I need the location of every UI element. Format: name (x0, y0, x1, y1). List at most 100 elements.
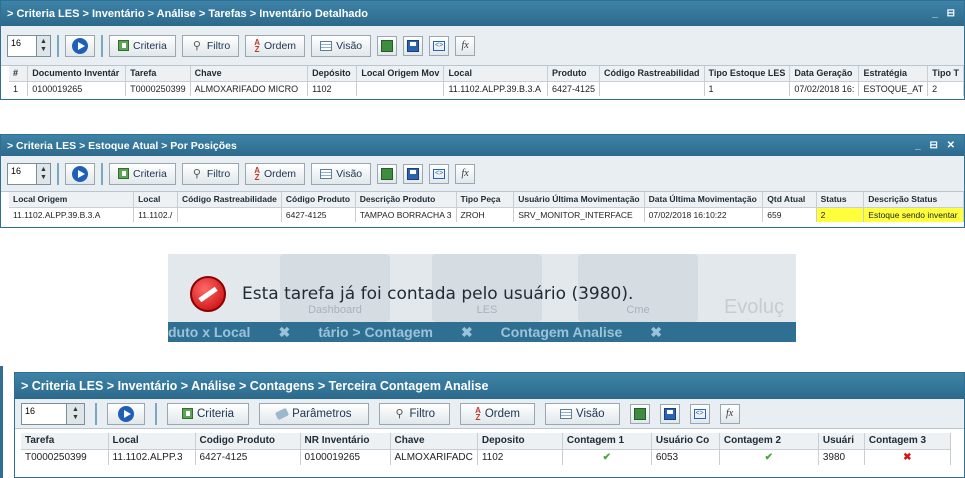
table-cell[interactable]: 1102 (307, 81, 358, 96)
visao-button[interactable]: Visão (311, 162, 372, 185)
table-cell[interactable]: 07/02/2018 16:10:22 (644, 207, 764, 222)
ordem-button[interactable]: A Z Ordem (460, 402, 535, 425)
table-cell[interactable]: 2 (816, 207, 865, 222)
cross-icon[interactable]: ✖ (864, 449, 951, 465)
page-size-value[interactable]: 16 (8, 36, 36, 48)
column-header[interactable]: Código Produto (281, 192, 356, 208)
table-cell[interactable]: Estoque sendo inventar (863, 207, 964, 222)
table-cell[interactable]: 11.1102.ALPP.39.B.3.A (9, 207, 135, 222)
spinner-arrows-icon[interactable]: ▲ ▼ (66, 403, 84, 424)
column-header[interactable]: Contagem 3 (864, 433, 951, 450)
table-cell[interactable]: 11.1102.ALPP.39.B.3.A (443, 81, 548, 96)
formula-button[interactable]: fx (719, 403, 740, 424)
table-cell[interactable]: 6427-4125 (547, 81, 601, 96)
column-header[interactable]: Deposito (477, 433, 563, 450)
column-header[interactable]: Usuário Última Movimentação (513, 192, 645, 208)
column-header[interactable]: Produto (547, 66, 601, 82)
column-header[interactable]: Documento Inventár (27, 66, 127, 82)
table-cell[interactable]: T0000250399 (21, 449, 109, 465)
column-header[interactable]: Chave (190, 66, 309, 82)
criteria-button[interactable]: Criteria (109, 162, 176, 185)
column-header[interactable]: Tarefa (21, 433, 109, 450)
table-cell[interactable] (356, 81, 445, 96)
export-excel-button[interactable] (629, 403, 650, 424)
save-button[interactable] (403, 163, 424, 184)
table-cell[interactable]: SRV_MONITOR_INTERFACE (513, 207, 645, 222)
spinner-arrows-icon[interactable]: ▲ ▼ (36, 163, 50, 184)
column-header[interactable]: NR Inventário (300, 433, 391, 450)
column-header[interactable]: Descrição Produto (355, 192, 457, 208)
visao-button[interactable]: Visão (311, 34, 372, 57)
code-button[interactable]: <> (689, 403, 710, 424)
table-cell[interactable]: 1 (9, 81, 29, 96)
table-cell[interactable]: 1102 (477, 449, 563, 465)
spinner-arrows-icon[interactable]: ▲ ▼ (36, 35, 50, 56)
save-button[interactable] (403, 35, 424, 56)
column-header[interactable]: Código Rastreabilidad (599, 66, 705, 82)
column-header[interactable]: Código Rastreabilidade (177, 192, 282, 208)
column-header[interactable]: Local (133, 192, 178, 208)
table-cell[interactable]: 07/02/2018 16: (789, 81, 860, 96)
column-header[interactable]: Codigo Produto (195, 433, 301, 450)
parametros-button[interactable]: Parâmetros (259, 402, 369, 425)
column-header[interactable]: Local (108, 433, 196, 450)
table-row[interactable]: T0000250399 11.1102.ALPP.3 6427-4125 010001… (21, 449, 951, 465)
table-cell[interactable] (599, 81, 705, 96)
column-header[interactable]: Tipo T (927, 66, 964, 82)
column-header[interactable]: Usuário Co (651, 433, 720, 450)
visao-button[interactable]: Visão (545, 402, 620, 425)
column-header[interactable]: Data Geração (789, 66, 860, 82)
table-cell[interactable]: ALMOXARIFADO MICRO (190, 81, 309, 96)
column-header[interactable]: Usuári (818, 433, 865, 450)
code-button[interactable]: <> (429, 35, 450, 56)
save-button[interactable] (659, 403, 680, 424)
column-header[interactable]: Depósito (307, 66, 358, 82)
page-size-spinner[interactable]: 16 ▲ ▼ (7, 162, 51, 185)
formula-button[interactable]: fx (455, 35, 476, 56)
table-cell[interactable]: ALMOXARIFADC (390, 449, 478, 465)
column-header[interactable]: Chave (390, 433, 478, 450)
column-header[interactable]: Status (816, 192, 865, 208)
table-row[interactable]: 11.1102.ALPP.39.B.3.A 11.1102./ 6427-4125 T… (9, 207, 964, 222)
ordem-button[interactable]: A Z Ordem (245, 162, 306, 185)
table-cell[interactable]: ESTOQUE_AT (858, 81, 929, 96)
table-cell[interactable]: 6427-4125 (281, 207, 356, 222)
column-header[interactable]: Tipo Peça (456, 192, 515, 208)
page-size-value[interactable]: 16 (22, 404, 66, 416)
table-cell[interactable]: T0000250399 (125, 81, 191, 96)
column-header[interactable]: Contagem 1 (562, 433, 652, 450)
column-header[interactable]: Estratégia (858, 66, 929, 82)
table-cell[interactable]: 11.1102./ (133, 207, 178, 222)
column-header[interactable]: Contagem 2 (719, 433, 819, 450)
filtro-button[interactable]: ⚲ Filtro (378, 402, 451, 425)
page-size-value[interactable]: 16 (8, 164, 36, 176)
ordem-button[interactable]: A Z Ordem (245, 34, 306, 57)
table-cell[interactable]: 659 (762, 207, 817, 222)
table-cell[interactable]: 6427-4125 (195, 449, 301, 465)
page-size-spinner[interactable]: 16 ▲ ▼ (21, 402, 85, 425)
column-header[interactable]: Tarefa (125, 66, 191, 82)
criteria-button[interactable]: Criteria (109, 34, 176, 57)
column-header[interactable]: Descrição Status (863, 192, 964, 208)
table-row[interactable]: 1 0100019265 T0000250399 ALMOXARIFADO MICRO… (9, 81, 964, 96)
export-excel-button[interactable] (377, 35, 398, 56)
formula-button[interactable]: fx (455, 163, 476, 184)
table-cell[interactable]: 0100019265 (300, 449, 391, 465)
window-controls[interactable]: _ ⊟ ✕ (915, 140, 958, 151)
filtro-button[interactable]: ⚲ Filtro (181, 34, 240, 57)
table-cell[interactable]: 2 (927, 81, 964, 96)
column-header[interactable]: Local Origem (9, 192, 135, 208)
table-cell[interactable]: 11.1102.ALPP.3 (108, 449, 196, 465)
column-header[interactable]: Qtd Atual (762, 192, 817, 208)
criteria-button[interactable]: Criteria (167, 402, 250, 425)
table-cell[interactable]: 0100019265 (27, 81, 127, 96)
filtro-button[interactable]: ⚲ Filtro (181, 162, 240, 185)
column-header[interactable]: # (9, 66, 29, 82)
column-header[interactable]: Tipo Estoque LES (704, 66, 791, 82)
table-cell[interactable]: 6053 (651, 449, 720, 465)
table-cell[interactable]: 1 (704, 81, 791, 96)
run-button[interactable] (65, 162, 95, 185)
table-cell[interactable]: ZROH (456, 207, 515, 222)
table-cell[interactable]: 3980 (818, 449, 865, 465)
column-header[interactable]: Local Origem Mov (356, 66, 445, 82)
